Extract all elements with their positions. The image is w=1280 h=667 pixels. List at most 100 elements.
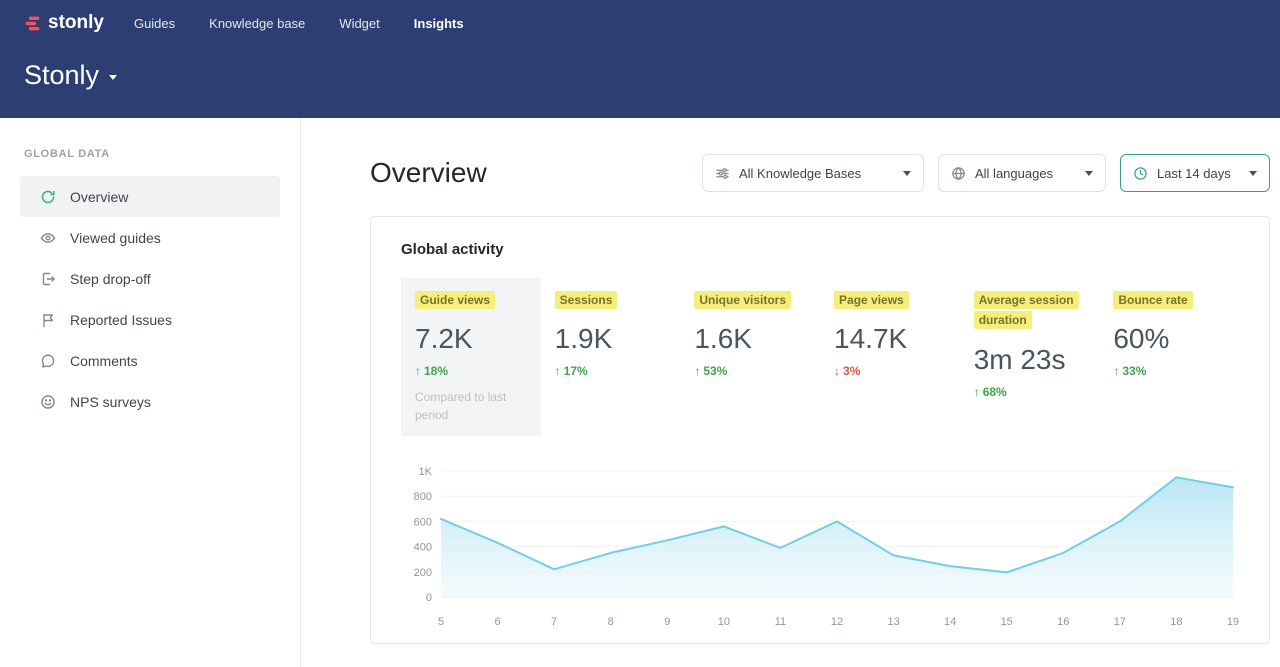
page-title: Overview — [370, 157, 487, 189]
svg-text:17: 17 — [1114, 616, 1126, 628]
svg-text:16: 16 — [1057, 616, 1069, 628]
comment-icon — [40, 353, 56, 369]
svg-text:0: 0 — [426, 592, 432, 604]
metric-label: Average session duration — [974, 291, 1079, 329]
metric-tile[interactable]: Bounce rate 60% 33% — [1099, 278, 1239, 436]
global-activity-chart: 0 200 400 600 800 1K 5 6 7 8 9 10 11 12 13 14 15 16 17 18 19 — [401, 460, 1241, 636]
svg-text:6: 6 — [495, 616, 501, 628]
knowledge-bases-filter[interactable]: All Knowledge Bases — [702, 154, 924, 192]
arrow-icon — [555, 364, 561, 378]
svg-text:9: 9 — [664, 616, 670, 628]
metric-change: 3% — [834, 364, 946, 378]
stonly-logo-icon — [24, 15, 41, 32]
sidebar-item-nps-surveys[interactable]: NPS surveys — [20, 381, 280, 422]
metric-label: Unique visitors — [694, 291, 791, 309]
eye-icon — [40, 230, 56, 246]
svg-text:7: 7 — [551, 616, 557, 628]
svg-text:14: 14 — [944, 616, 956, 628]
svg-text:11: 11 — [775, 616, 786, 628]
sidebar-item-comments[interactable]: Comments — [20, 340, 280, 381]
logo-text: stonly — [48, 12, 104, 34]
metric-label: Sessions — [555, 291, 618, 309]
metric-note: Compared to last period — [415, 389, 519, 424]
metric-tile[interactable]: Unique visitors 1.6K 53% — [680, 278, 820, 436]
smiley-icon — [40, 394, 56, 410]
sidebar-item-viewed-guides[interactable]: Viewed guides — [20, 217, 280, 258]
svg-text:400: 400 — [414, 542, 432, 554]
filters-bar: All Knowledge Bases All languages — [702, 154, 1270, 192]
metric-label: Guide views — [415, 291, 495, 309]
nav-item-widget[interactable]: Widget — [339, 16, 379, 31]
date-range-filter[interactable]: Last 14 days — [1120, 154, 1270, 192]
chevron-down-icon — [1249, 171, 1257, 176]
app-header: stonly Guides Knowledge base Widget Insi… — [0, 0, 1280, 118]
metric-value: 7.2K — [415, 323, 527, 355]
card-title: Global activity — [401, 241, 1239, 258]
sidebar-item-label: Overview — [70, 189, 128, 205]
sliders-icon — [715, 166, 730, 181]
sidebar-item-label: NPS surveys — [70, 394, 151, 410]
stonly-logo[interactable]: stonly — [24, 12, 104, 34]
sidebar: GLOBAL DATA Overview Viewed guides — [0, 118, 301, 667]
metric-value: 1.9K — [555, 323, 667, 355]
svg-text:8: 8 — [608, 616, 614, 628]
chevron-down-icon — [903, 171, 911, 176]
chevron-down-icon — [1085, 171, 1093, 176]
arrow-icon — [415, 364, 421, 378]
svg-text:12: 12 — [831, 616, 843, 628]
filter-label: All languages — [975, 166, 1053, 181]
svg-text:200: 200 — [414, 567, 432, 579]
arrow-icon — [834, 364, 840, 378]
svg-text:600: 600 — [414, 517, 432, 529]
nav-item-knowledge-base[interactable]: Knowledge base — [209, 16, 305, 31]
metric-value: 1.6K — [694, 323, 806, 355]
sidebar-item-overview[interactable]: Overview — [20, 176, 280, 217]
sidebar-item-step-drop-off[interactable]: Step drop-off — [20, 258, 280, 299]
metric-tile[interactable]: Sessions 1.9K 17% — [541, 278, 681, 436]
metrics-row: Guide views 7.2K 18% Compared to last pe… — [401, 278, 1239, 436]
svg-text:18: 18 — [1170, 616, 1182, 628]
global-activity-card: Global activity Guide views 7.2K 18% Com… — [370, 216, 1270, 644]
arrow-icon — [974, 385, 980, 399]
metric-tile[interactable]: Page views 14.7K 3% — [820, 278, 960, 436]
metric-label: Bounce rate — [1113, 291, 1192, 309]
overview-icon — [40, 189, 56, 205]
sidebar-item-label: Step drop-off — [70, 271, 151, 287]
clock-icon — [1133, 166, 1148, 181]
sidebar-item-label: Viewed guides — [70, 230, 161, 246]
svg-text:5: 5 — [438, 616, 444, 628]
metric-change: 17% — [555, 364, 667, 378]
svg-text:10: 10 — [718, 616, 730, 628]
svg-text:13: 13 — [887, 616, 899, 628]
globe-icon — [951, 166, 966, 181]
svg-text:800: 800 — [414, 491, 432, 503]
main-content: Overview All Knowledge Bases — [301, 118, 1280, 667]
metric-value: 3m 23s — [974, 344, 1086, 376]
metric-label: Page views — [834, 291, 909, 309]
sidebar-item-label: Reported Issues — [70, 312, 172, 328]
metric-value: 60% — [1113, 323, 1225, 355]
svg-text:1K: 1K — [419, 466, 433, 478]
top-navigation: stonly Guides Knowledge base Widget Insi… — [24, 8, 1256, 38]
nav-item-guides[interactable]: Guides — [134, 16, 175, 31]
workspace-title: Stonly — [24, 60, 99, 91]
languages-filter[interactable]: All languages — [938, 154, 1106, 192]
metric-tile[interactable]: Average session duration 3m 23s 68% — [960, 278, 1100, 436]
arrow-icon — [1113, 364, 1119, 378]
nav-item-insights[interactable]: Insights — [414, 16, 464, 31]
filter-label: All Knowledge Bases — [739, 166, 861, 181]
arrow-icon — [694, 364, 700, 378]
chevron-down-icon — [109, 75, 117, 80]
workspace-selector[interactable]: Stonly — [24, 60, 1256, 91]
metric-change: 33% — [1113, 364, 1225, 378]
svg-text:19: 19 — [1227, 616, 1239, 628]
filter-label: Last 14 days — [1157, 166, 1231, 181]
metric-change: 53% — [694, 364, 806, 378]
sidebar-item-reported-issues[interactable]: Reported Issues — [20, 299, 280, 340]
sidebar-section-title: GLOBAL DATA — [0, 148, 300, 160]
flag-icon — [40, 312, 56, 328]
step-dropoff-icon — [40, 271, 56, 287]
svg-text:15: 15 — [1001, 616, 1013, 628]
metric-tile[interactable]: Guide views 7.2K 18% Compared to last pe… — [401, 278, 541, 436]
sidebar-item-label: Comments — [70, 353, 138, 369]
